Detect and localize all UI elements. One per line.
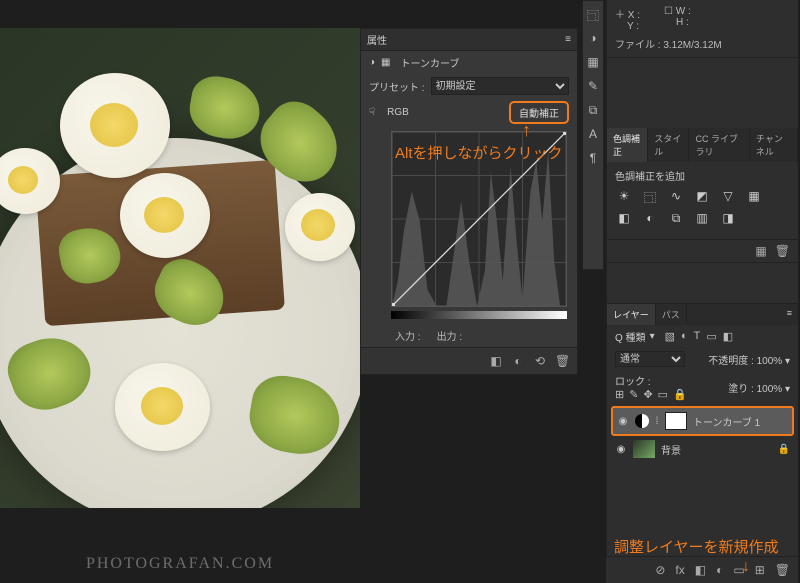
on-image-tool-icon[interactable]: ☟ xyxy=(369,107,375,118)
link-layers-icon[interactable]: ⊘ xyxy=(655,563,665,577)
adj-colorlookup-icon[interactable]: ▥ xyxy=(693,211,711,227)
adjustments-panel: 色調補正 スタイル CC ライブラリ チャンネル 色調補正を追加 ☀ ⿹ ∿ ◩… xyxy=(607,128,798,263)
blend-mode-select[interactable]: 通常 xyxy=(615,351,685,367)
adjustment-thumb-icon xyxy=(635,414,649,428)
input-label: 入力 : xyxy=(395,328,421,343)
file-size-value: 3.12M/3.12M xyxy=(663,40,721,51)
tool-paragraph-icon[interactable]: ¶ xyxy=(586,151,600,165)
opacity-label: 不透明度 : xyxy=(708,356,754,367)
annotation-arrow-up: ↑ xyxy=(522,120,531,141)
lock-pos-icon[interactable]: ✥ xyxy=(643,388,652,401)
properties-title: 属性 xyxy=(367,32,387,47)
adj-exposure-icon[interactable]: ◩ xyxy=(693,189,711,205)
watermark: PHOTOGRAFAN.COM xyxy=(86,555,274,573)
adj-levels-icon[interactable]: ⿹ xyxy=(641,189,659,205)
tab-cc-libraries[interactable]: CC ライブラリ xyxy=(689,128,749,162)
filter-type-icon[interactable]: T xyxy=(694,330,701,343)
layers-menu-icon[interactable]: ≡ xyxy=(781,304,798,325)
tab-color-adjust[interactable]: 色調補正 xyxy=(607,128,648,162)
tool-type-icon[interactable]: A xyxy=(586,127,600,141)
layers-footer: ⊘ fx ◧ ◐ ▭ ⊞ 🗑 xyxy=(606,556,798,583)
tool-histogram-icon[interactable]: ⿹ xyxy=(586,7,600,21)
output-label: 出力 : xyxy=(437,328,463,343)
adj-invert-icon[interactable]: ◨ xyxy=(719,211,737,227)
layer-name[interactable]: 背景 xyxy=(661,442,772,457)
tab-layers[interactable]: レイヤー xyxy=(607,304,656,325)
adj-photofilter-icon[interactable]: ◐ xyxy=(641,211,659,227)
clip-icon[interactable]: ◧ xyxy=(489,354,503,368)
add-adjustment-label: 色調補正を追加 xyxy=(615,168,790,183)
adj-vibrance-icon[interactable]: ▽ xyxy=(719,189,737,205)
adj-trash-icon[interactable]: 🗑 xyxy=(775,244,790,258)
add-mask-icon[interactable]: ◧ xyxy=(695,563,706,577)
preset-label: プリセット : xyxy=(369,79,425,94)
lock-trans-icon[interactable]: ⊞ xyxy=(615,388,624,401)
filter-shape-icon[interactable]: ▭ xyxy=(706,330,716,343)
lock-icon: 🔒 xyxy=(778,444,790,455)
new-layer-icon[interactable]: ⊞ xyxy=(755,563,765,577)
adj-brightness-icon[interactable]: ☀ xyxy=(615,189,633,205)
tool-clone-icon[interactable]: ⧉ xyxy=(586,103,600,117)
lock-artboard-icon[interactable]: ▭ xyxy=(658,388,668,401)
filter-adjust-icon[interactable]: ◐ xyxy=(681,330,688,343)
annotation-arrow-down: ↓ xyxy=(742,558,750,576)
properties-panel: 属性 ≡ ◑ ▦ トーンカーブ プリセット : 初期設定 ☟ RGB 自動補正 … xyxy=(360,28,578,375)
view-prev-icon[interactable]: ◐ xyxy=(511,354,525,368)
tab-paths[interactable]: パス xyxy=(656,304,687,325)
visibility-toggle-icon[interactable]: ◉ xyxy=(617,416,629,427)
layer-mask-thumb[interactable] xyxy=(665,412,687,430)
filter-smart-icon[interactable]: ◧ xyxy=(723,330,733,343)
tool-swatches-icon[interactable]: ▦ xyxy=(586,55,600,69)
layer-name[interactable]: トーンカーブ 1 xyxy=(693,414,788,429)
adj-footer-icon[interactable]: ▦ xyxy=(755,244,766,258)
lock-label: ロック : xyxy=(615,377,651,388)
new-adjustment-layer-icon[interactable]: ◐ xyxy=(716,563,723,577)
annotation-alt-click: Altを押しながらクリック xyxy=(395,142,563,163)
visibility-toggle-icon[interactable]: ◉ xyxy=(615,444,627,455)
tool-color-icon[interactable]: ◑ xyxy=(586,31,600,45)
file-label: ファイル : xyxy=(615,40,661,51)
adj-channelmix-icon[interactable]: ⧉ xyxy=(667,211,685,227)
mask-tab-icon[interactable]: ▦ xyxy=(381,57,390,68)
auto-correct-button[interactable]: 自動補正 xyxy=(509,101,569,124)
kind-dropdown-icon[interactable]: ▾ xyxy=(650,331,655,342)
layer-filter-kind[interactable]: Q 種類 xyxy=(615,329,646,344)
opacity-value[interactable]: 100% xyxy=(757,356,783,367)
info-panel: ＋ X : Y : ☐ W : H : ファイル : 3.12M/3.12M xyxy=(607,0,798,58)
layer-item-background[interactable]: ◉ 背景 🔒 xyxy=(611,436,794,462)
fx-icon[interactable]: fx xyxy=(675,563,684,577)
annotation-new-adjustment: 調整レイヤーを新規作成 xyxy=(614,536,779,557)
lock-all-icon[interactable]: 🔒 xyxy=(673,388,687,401)
adj-bw-icon[interactable]: ◧ xyxy=(615,211,633,227)
fill-value[interactable]: 100% xyxy=(757,384,783,395)
channel-label[interactable]: RGB xyxy=(381,105,415,120)
curve-icon: ◑ xyxy=(369,57,375,68)
background-thumb xyxy=(633,440,655,458)
adj-curves-icon[interactable]: ∿ xyxy=(667,189,685,205)
trash-icon[interactable]: 🗑 xyxy=(555,354,569,368)
layers-panel: レイヤー パス ≡ Q 種類 ▾ ▧ ◐ T ▭ ◧ 通常 不透明度 : 100… xyxy=(607,303,798,464)
canvas-area[interactable] xyxy=(0,28,360,508)
fill-label: 塗り : xyxy=(728,384,754,395)
filter-pixel-icon[interactable]: ▧ xyxy=(665,330,675,343)
link-icon[interactable]: ⁞ xyxy=(655,416,659,427)
right-panel-column: ＋ X : Y : ☐ W : H : ファイル : 3.12M/3.12M 色… xyxy=(606,0,798,583)
vertical-toolbar: ⿹ ◑ ▦ ✎ ⧉ A ¶ xyxy=(582,0,604,270)
tab-styles[interactable]: スタイル xyxy=(648,128,689,162)
tool-brush-icon[interactable]: ✎ xyxy=(586,79,600,93)
panel-menu-icon[interactable]: ≡ xyxy=(565,34,571,45)
document-image xyxy=(0,28,360,508)
adjustment-type-label: トーンカーブ xyxy=(401,55,460,70)
tab-channels[interactable]: チャンネル xyxy=(750,128,798,162)
preset-select[interactable]: 初期設定 xyxy=(431,77,569,95)
delete-layer-icon[interactable]: 🗑 xyxy=(775,563,790,577)
layer-item-tone-curve[interactable]: ◉ ⁞ トーンカーブ 1 xyxy=(611,406,794,436)
reset-icon[interactable]: ⟲ xyxy=(533,354,547,368)
adj-hue-icon[interactable]: ▦ xyxy=(745,189,763,205)
lock-paint-icon[interactable]: ✎ xyxy=(629,388,638,401)
